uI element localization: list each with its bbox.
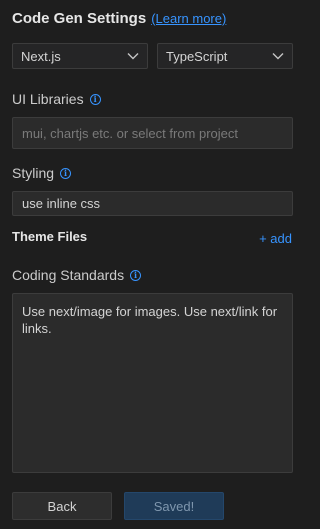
saved-button[interactable]: Saved! (124, 492, 224, 520)
styling-input[interactable] (12, 191, 293, 216)
page-title: Code Gen Settings (12, 10, 147, 27)
ui-libraries-label: UI Libraries i (12, 91, 101, 107)
code-gen-settings-panel: Code Gen Settings (Learn more) Next.js T… (0, 0, 303, 529)
language-select-value: TypeScript (166, 48, 228, 64)
info-icon[interactable]: i (60, 167, 72, 179)
header: Code Gen Settings (Learn more) (12, 10, 226, 27)
styling-label: Styling i (12, 165, 72, 181)
styling-label-text: Styling (12, 165, 55, 181)
framework-select[interactable]: Next.js (12, 43, 148, 69)
theme-files-label: Theme Files (12, 229, 88, 244)
coding-standards-textarea[interactable]: Use next/image for images. Use next/link… (12, 293, 293, 473)
framework-select-value: Next.js (21, 48, 61, 64)
chevron-down-icon (127, 53, 139, 60)
learn-more-link[interactable]: (Learn more) (151, 11, 226, 26)
add-theme-file-link[interactable]: + add (259, 231, 292, 246)
coding-standards-label: Coding Standards i (12, 267, 142, 283)
ui-libraries-label-text: UI Libraries (12, 91, 84, 107)
language-select[interactable]: TypeScript (157, 43, 293, 69)
back-button[interactable]: Back (12, 492, 112, 520)
info-icon[interactable]: i (130, 269, 142, 281)
ui-libraries-input[interactable] (12, 117, 293, 149)
info-icon[interactable]: i (89, 93, 101, 105)
coding-standards-label-text: Coding Standards (12, 267, 125, 283)
chevron-down-icon (272, 53, 284, 60)
